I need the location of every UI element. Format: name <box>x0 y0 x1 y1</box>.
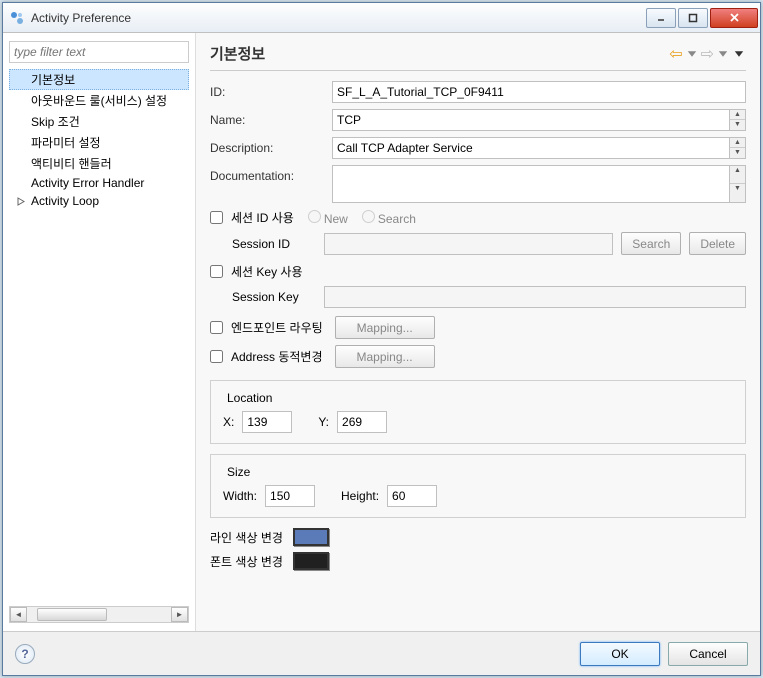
nav-icons: ⇦ ⇨ <box>669 44 746 64</box>
desc-field[interactable] <box>332 137 730 159</box>
window-title: Activity Preference <box>31 11 131 25</box>
tree-item-basic[interactable]: 기본정보 <box>9 69 189 90</box>
location-legend: Location <box>223 391 276 405</box>
session-id-field[interactable] <box>324 233 613 255</box>
forward-icon[interactable]: ⇨ <box>701 44 714 64</box>
name-spinner[interactable]: ▲▼ <box>730 109 746 131</box>
dialog-window: Activity Preference 기본정보 아웃바운드 룰(서비스) 설정… <box>2 2 761 676</box>
minimize-button[interactable] <box>646 8 676 28</box>
width-label: Width: <box>223 489 257 503</box>
ok-button[interactable]: OK <box>580 642 660 666</box>
doc-spinner[interactable]: ▲▼ <box>730 165 746 203</box>
session-key-label: 세션 Key 사용 <box>231 263 303 280</box>
session-key-field[interactable] <box>324 286 746 308</box>
session-id-label: 세션 ID 사용 <box>231 209 294 226</box>
h-scrollbar[interactable]: ◄ ► <box>9 606 189 623</box>
back-menu-icon[interactable] <box>685 47 699 61</box>
session-key-checkbox[interactable] <box>210 265 223 278</box>
font-color-swatch[interactable] <box>293 552 329 570</box>
maximize-button[interactable] <box>678 8 708 28</box>
session-id-sublabel: Session ID <box>232 237 316 251</box>
search-button[interactable]: Search <box>621 232 681 255</box>
titlebar: Activity Preference <box>3 3 760 33</box>
main-panel: 기본정보 ⇦ ⇨ ID: Name: ▲ <box>196 33 760 631</box>
size-group: Size Width: Height: <box>210 454 746 518</box>
y-label: Y: <box>318 415 329 429</box>
sidebar: 기본정보 아웃바운드 룰(서비스) 설정 Skip 조건 파라미터 설정 액티비… <box>3 33 196 631</box>
size-legend: Size <box>223 465 254 479</box>
radio-new[interactable]: New <box>308 210 348 226</box>
endpoint-routing-label: 엔드포인트 라우팅 <box>231 319 323 336</box>
filter-input[interactable] <box>9 41 189 63</box>
desc-spinner[interactable]: ▲▼ <box>730 137 746 159</box>
page-title: 기본정보 <box>210 43 265 64</box>
tree-item-loop[interactable]: Activity Loop <box>9 192 189 210</box>
tree-item-label: Activity Loop <box>31 194 99 208</box>
y-field[interactable] <box>337 411 387 433</box>
x-field[interactable] <box>242 411 292 433</box>
width-field[interactable] <box>265 485 315 507</box>
line-color-label: 라인 색상 변경 <box>210 529 283 546</box>
endpoint-routing-checkbox[interactable] <box>210 321 223 334</box>
close-button[interactable] <box>710 8 758 28</box>
tree-item-skip[interactable]: Skip 조건 <box>9 111 189 132</box>
radio-search[interactable]: Search <box>362 210 416 226</box>
address-dynamic-label: Address 동적변경 <box>231 348 323 365</box>
scroll-right-button[interactable]: ► <box>171 607 188 622</box>
help-icon[interactable]: ? <box>15 644 35 664</box>
name-field[interactable] <box>332 109 730 131</box>
doc-label: Documentation: <box>210 165 332 183</box>
address-dynamic-checkbox[interactable] <box>210 350 223 363</box>
session-key-sublabel: Session Key <box>232 290 316 304</box>
font-color-label: 폰트 색상 변경 <box>210 553 283 570</box>
expand-icon[interactable] <box>17 197 26 206</box>
height-field[interactable] <box>387 485 437 507</box>
id-label: ID: <box>210 81 332 99</box>
doc-field[interactable] <box>332 165 730 203</box>
x-label: X: <box>223 415 234 429</box>
name-label: Name: <box>210 109 332 127</box>
endpoint-mapping-button[interactable]: Mapping... <box>335 316 435 339</box>
delete-button[interactable]: Delete <box>689 232 746 255</box>
window-controls <box>646 8 760 28</box>
location-group: Location X: Y: <box>210 380 746 444</box>
cancel-button[interactable]: Cancel <box>668 642 748 666</box>
back-icon[interactable]: ⇦ <box>669 44 682 64</box>
scroll-thumb[interactable] <box>37 608 107 621</box>
address-mapping-button[interactable]: Mapping... <box>335 345 435 368</box>
nav-tree: 기본정보 아웃바운드 룰(서비스) 설정 Skip 조건 파라미터 설정 액티비… <box>9 69 189 606</box>
tree-item-param[interactable]: 파라미터 설정 <box>9 132 189 153</box>
scroll-left-button[interactable]: ◄ <box>10 607 27 622</box>
tree-item-outbound[interactable]: 아웃바운드 룰(서비스) 설정 <box>9 90 189 111</box>
height-label: Height: <box>341 489 379 503</box>
id-field[interactable] <box>332 81 746 103</box>
tree-item-handler[interactable]: 액티비티 핸들러 <box>9 153 189 174</box>
tree-item-error-handler[interactable]: Activity Error Handler <box>9 174 189 192</box>
app-icon <box>9 10 25 26</box>
view-menu-icon[interactable] <box>732 47 746 61</box>
desc-label: Description: <box>210 137 332 155</box>
fwd-menu-icon[interactable] <box>716 47 730 61</box>
session-id-checkbox[interactable] <box>210 211 223 224</box>
dialog-footer: ? OK Cancel <box>3 631 760 675</box>
line-color-swatch[interactable] <box>293 528 329 546</box>
